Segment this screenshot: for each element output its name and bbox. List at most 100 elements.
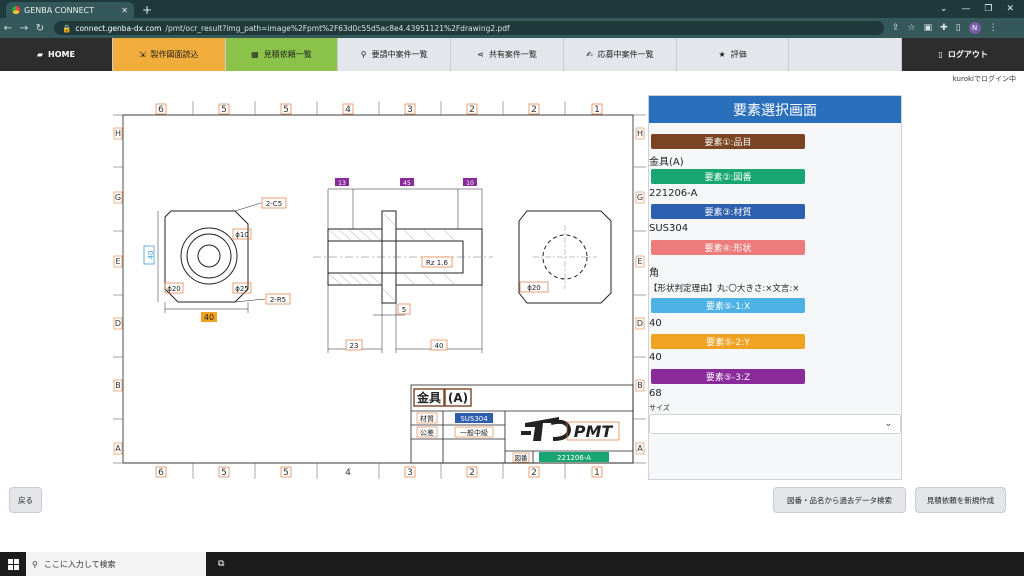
row-label: D (115, 319, 121, 328)
reload-icon[interactable]: ↻ (32, 23, 48, 34)
element-label-material[interactable]: 要素③:材質 (651, 204, 805, 219)
col-label: 5 (283, 105, 289, 115)
row-label: H (115, 129, 121, 138)
star-rating-icon: ★ (718, 50, 726, 59)
nav-rating[interactable]: ★ 評価 (677, 38, 790, 71)
new-estimate-button[interactable]: 見積依頼を新規作成 (915, 487, 1006, 513)
element-value-shape: 角 (649, 268, 659, 279)
dim-phi20: ϕ20 (167, 285, 181, 293)
nav-estimate-list[interactable]: ▦ 見積依頼一覧 (225, 38, 339, 71)
maximize-icon[interactable]: ❐ (984, 4, 992, 14)
menu-dots-icon[interactable]: ⋮ (989, 23, 998, 33)
forward-arrow-icon[interactable]: → (16, 23, 32, 34)
element-label-shape[interactable]: 要素④:形状 (651, 240, 805, 255)
dwg-no: 221206-A (557, 454, 591, 462)
nav-read-drawing[interactable]: ⇲ 製作図面読込 (112, 38, 226, 71)
element-value-dwgno: 221206-A (649, 188, 698, 199)
logout-button[interactable]: ▯ ログアウト (902, 38, 1024, 71)
url-field[interactable]: 🔒 connect.genba-dx.com/pmt/ocr_result?im… (54, 21, 884, 35)
row-label: B (115, 381, 121, 390)
dim-23: 23 (350, 342, 359, 350)
element-label-item[interactable]: 要素①:品目 (651, 134, 805, 149)
puzzle-icon[interactable]: ✚ (940, 23, 948, 33)
search-past-data-button[interactable]: 図番・品名から過去データ検索 (773, 487, 906, 513)
col-label: 6 (158, 468, 164, 478)
windows-taskbar: ⚲ ここに入力して検索 ⧉ (0, 552, 1024, 576)
taskbar-search[interactable]: ⚲ ここに入力して検索 (26, 552, 206, 576)
nav-read-label: 製作図面読込 (150, 50, 199, 59)
import-icon: ⇲ (138, 50, 146, 59)
size-select[interactable]: ⌄ (649, 414, 901, 434)
dim-rz: Rz 1.6 (426, 259, 448, 267)
row-label: A (115, 444, 121, 453)
home-icon: ▰ (36, 50, 43, 59)
windows-start-icon[interactable] (0, 558, 26, 570)
dim-phi20b: ϕ20 (527, 284, 541, 292)
col-label: 5 (221, 105, 227, 115)
drawing-viewer[interactable]: 6 5 5 4 3 2 2 1 6 5 5 4 3 2 2 1 H G E D … (113, 101, 646, 479)
col-label: 1 (594, 105, 600, 115)
minimize-icon[interactable]: — (961, 4, 970, 14)
dim-13: 13 (338, 180, 346, 187)
star-icon[interactable]: ☆ (908, 23, 916, 33)
close-tab-icon[interactable]: ✕ (121, 6, 128, 15)
nav-home[interactable]: ▰ HOME (0, 38, 113, 71)
back-arrow-icon[interactable]: ← (0, 23, 16, 34)
dim-5: 5 (402, 306, 406, 314)
sidebar-icon[interactable]: ▯ (956, 23, 961, 33)
nav-applying-label: 応募中案件一覧 (597, 50, 654, 59)
col-label: 5 (283, 468, 289, 478)
material-label: 材質 (420, 414, 434, 423)
nav-rating-label: 評価 (730, 50, 747, 59)
favicon-icon (12, 6, 20, 14)
row-label: D (637, 319, 643, 328)
dim-phi10: ϕ10 (235, 231, 249, 239)
technical-drawing: 6 5 5 4 3 2 2 1 6 5 5 4 3 2 2 1 H G E D … (113, 101, 646, 479)
profile-avatar[interactable]: N (968, 22, 981, 34)
row-label: B (637, 381, 643, 390)
app-nav: ▰ HOME ⇲ 製作図面読込 ▦ 見積依頼一覧 ⚲ 要請中案件一覧 ⋖ 共有案件一覧 ✍… (0, 38, 1024, 71)
chevron-down-icon[interactable]: ⌄ (940, 4, 948, 14)
login-status: kurokiでログイン中 (952, 75, 1016, 83)
element-value-z: 68 (649, 388, 662, 399)
row-label: A (637, 444, 643, 453)
new-tab-icon[interactable]: + (142, 2, 152, 18)
nav-requesting-label: 要請中案件一覧 (371, 50, 428, 59)
lock-icon: 🔒 (62, 23, 72, 33)
title-name: 金具 (416, 390, 441, 405)
element-label-x[interactable]: 要素⑤-1:X (651, 298, 805, 313)
share-icon[interactable]: ⇪ (892, 23, 900, 33)
search-icon: ⚲ (360, 50, 367, 59)
title-name-suffix: (A) (448, 391, 468, 405)
dim-w40: 40 (204, 313, 214, 322)
task-view-icon[interactable]: ⧉ (218, 559, 224, 569)
dim-10: 10 (466, 180, 474, 187)
col-label: 2 (531, 105, 537, 115)
nav-shared[interactable]: ⋖ 共有案件一覧 (451, 38, 564, 71)
col-label: 4 (345, 468, 351, 478)
browser-tab[interactable]: GENBA CONNECT ✕ (6, 2, 134, 18)
dwg-label: 図番 (515, 454, 529, 462)
address-bar: ← → ↻ 🔒 connect.genba-dx.com/pmt/ocr_res… (0, 18, 1024, 38)
row-label: E (115, 257, 120, 266)
extension-icon[interactable]: ▣ (924, 23, 933, 33)
col-label: 3 (407, 105, 413, 115)
element-label-dwgno[interactable]: 要素②:図番 (651, 169, 805, 184)
back-button[interactable]: 戻る (9, 487, 42, 513)
handshake-icon: ✍ (585, 50, 593, 59)
col-label: 2 (469, 468, 475, 478)
nav-applying[interactable]: ✍ 応募中案件一覧 (564, 38, 677, 71)
window-controls: ⌄ — ❐ ✕ (930, 0, 1024, 18)
row-label: E (637, 257, 642, 266)
pmt-logo-text: PMT (574, 422, 614, 441)
element-value-material: SUS304 (649, 223, 689, 234)
element-label-z[interactable]: 要素⑤-3:Z (651, 369, 805, 384)
dim-c2: 2-C5 (266, 200, 282, 208)
close-window-icon[interactable]: ✕ (1006, 4, 1014, 14)
search-icon: ⚲ (32, 559, 38, 569)
shape-reason: 【形状判定理由】丸:〇大きさ:×文言:× (649, 284, 800, 294)
element-value-y: 40 (649, 352, 662, 363)
element-label-y[interactable]: 要素⑤-2:Y (651, 334, 805, 349)
nav-requesting[interactable]: ⚲ 要請中案件一覧 (338, 38, 452, 71)
material-value: SUS304 (460, 415, 488, 423)
